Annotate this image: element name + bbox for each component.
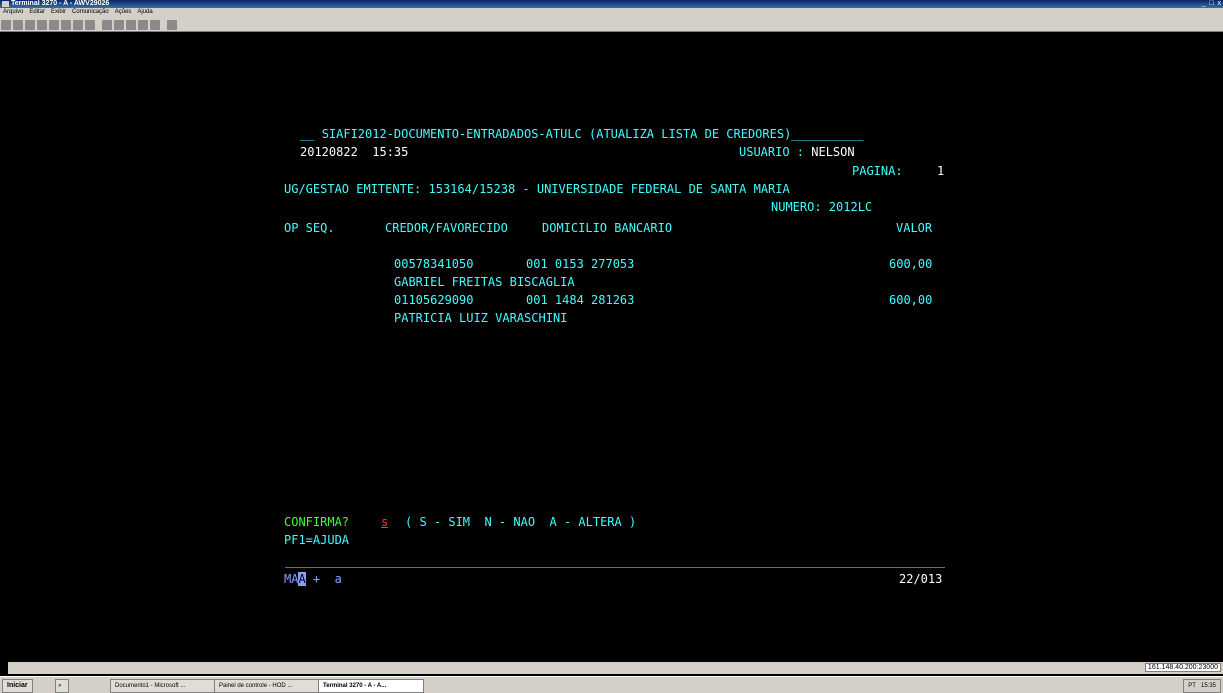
quicklaunch-more[interactable]: »: [55, 679, 69, 693]
numero-line: NUMERO: 2012LC: [771, 200, 873, 214]
col-valor: VALOR: [896, 221, 933, 235]
menu-editar[interactable]: Editar: [29, 9, 45, 15]
host-address: 161.148.40.200:23000: [1144, 663, 1221, 672]
oia-status: MAA + a: [284, 572, 342, 586]
macro-icon[interactable]: [61, 20, 71, 30]
oia-mid: + a: [312, 572, 342, 586]
col-domicilio: DOMICILIO BANCARIO: [542, 221, 673, 235]
ug-gestao-line: UG/GESTAO EMITENTE: 153164/15238 - UNIVE…: [284, 182, 790, 196]
menubar: Arquivo Editar Exibir Comunicação Ações Ajuda: [0, 8, 1223, 17]
tray-clock: 15:35: [1200, 683, 1216, 689]
confirma-options: ( S - SIM N - NAO A - ALTERA ): [405, 515, 637, 529]
keypad-icon[interactable]: [73, 20, 83, 30]
paste-icon[interactable]: [13, 20, 23, 30]
pf1-help: PF1=AJUDA: [284, 533, 350, 547]
receive-icon[interactable]: [49, 20, 59, 30]
toolbar: [0, 17, 1223, 32]
map-icon[interactable]: [85, 20, 95, 30]
send-icon[interactable]: [37, 20, 47, 30]
print-icon[interactable]: [25, 20, 35, 30]
copy-icon[interactable]: [1, 20, 11, 30]
display-icon[interactable]: [114, 20, 124, 30]
numero-value: 2012LC: [828, 200, 873, 214]
menu-comunicacao[interactable]: Comunicação: [72, 9, 109, 15]
cursor-position: 22/013: [899, 572, 943, 586]
record-icon[interactable]: [138, 20, 148, 30]
row-1-domicilio: 001 0153 277053: [526, 257, 635, 271]
taskbar: Iniciar » Documento1 - Microsoft ... Pai…: [0, 676, 1223, 693]
row-1-credor: 00578341050: [394, 257, 474, 271]
window-titlebar: Terminal 3270 - A - AWV29026 _ □ x: [0, 0, 1223, 8]
menu-exibir[interactable]: Exibir: [51, 9, 66, 15]
tray-language[interactable]: PT: [1188, 683, 1196, 689]
help-icon[interactable]: [167, 20, 177, 30]
task-documento1[interactable]: Documento1 - Microsoft ...: [110, 679, 220, 693]
color-icon[interactable]: [102, 20, 112, 30]
window-title: Terminal 3270 - A - AWV29026: [11, 0, 110, 7]
usuario-value: NELSON: [811, 145, 855, 159]
confirma-label: CONFIRMA?: [284, 515, 350, 529]
play-icon[interactable]: [150, 20, 160, 30]
system-tray: PT 15:35: [1183, 679, 1221, 693]
menu-arquivo[interactable]: Arquivo: [3, 9, 23, 15]
usuario-line: USUARIO : NELSON: [739, 145, 855, 159]
menu-acoes[interactable]: Ações: [115, 9, 132, 15]
cursor-block: A: [298, 572, 306, 586]
confirma-input[interactable]: s: [381, 515, 388, 529]
tools-icon[interactable]: [126, 20, 136, 30]
col-credor: CREDOR/FAVORECIDO: [385, 221, 508, 235]
row-2-valor: 600,00: [889, 293, 933, 307]
row-2-domicilio: 001 1484 281263: [526, 293, 635, 307]
menu-ajuda[interactable]: Ajuda: [137, 9, 152, 15]
date-time: 20120822 15:35: [300, 145, 409, 159]
window-controls[interactable]: _ □ x: [1202, 0, 1221, 8]
screen-header-line: __ SIAFI2012-DOCUMENTO-ENTRADADOS-ATULC …: [300, 127, 864, 141]
row-2-nome: PATRICIA LUIZ VARASCHINI: [394, 311, 568, 325]
oia-divider: [285, 567, 945, 568]
pagina-value: 1: [937, 164, 945, 178]
statusbar: 161.148.40.200:23000: [8, 662, 1223, 674]
col-op-seq: OP SEQ.: [284, 221, 335, 235]
start-button[interactable]: Iniciar: [2, 679, 33, 693]
pagina-label: PAGINA:: [852, 164, 903, 178]
row-1-nome: GABRIEL FREITAS BISCAGLIA: [394, 275, 575, 289]
terminal-screen[interactable]: __ SIAFI2012-DOCUMENTO-ENTRADADOS-ATULC …: [0, 32, 1223, 662]
task-terminal-3270[interactable]: Terminal 3270 - A - A...: [318, 679, 424, 693]
row-1-valor: 600,00: [889, 257, 933, 271]
row-2-credor: 01105629090: [394, 293, 474, 307]
task-painel-controle[interactable]: Painel de controle - HOD ...: [214, 679, 324, 693]
terminal-app-icon: [2, 1, 9, 7]
screen-header: SIAFI2012-DOCUMENTO-ENTRADADOS-ATULC (AT…: [321, 127, 792, 141]
